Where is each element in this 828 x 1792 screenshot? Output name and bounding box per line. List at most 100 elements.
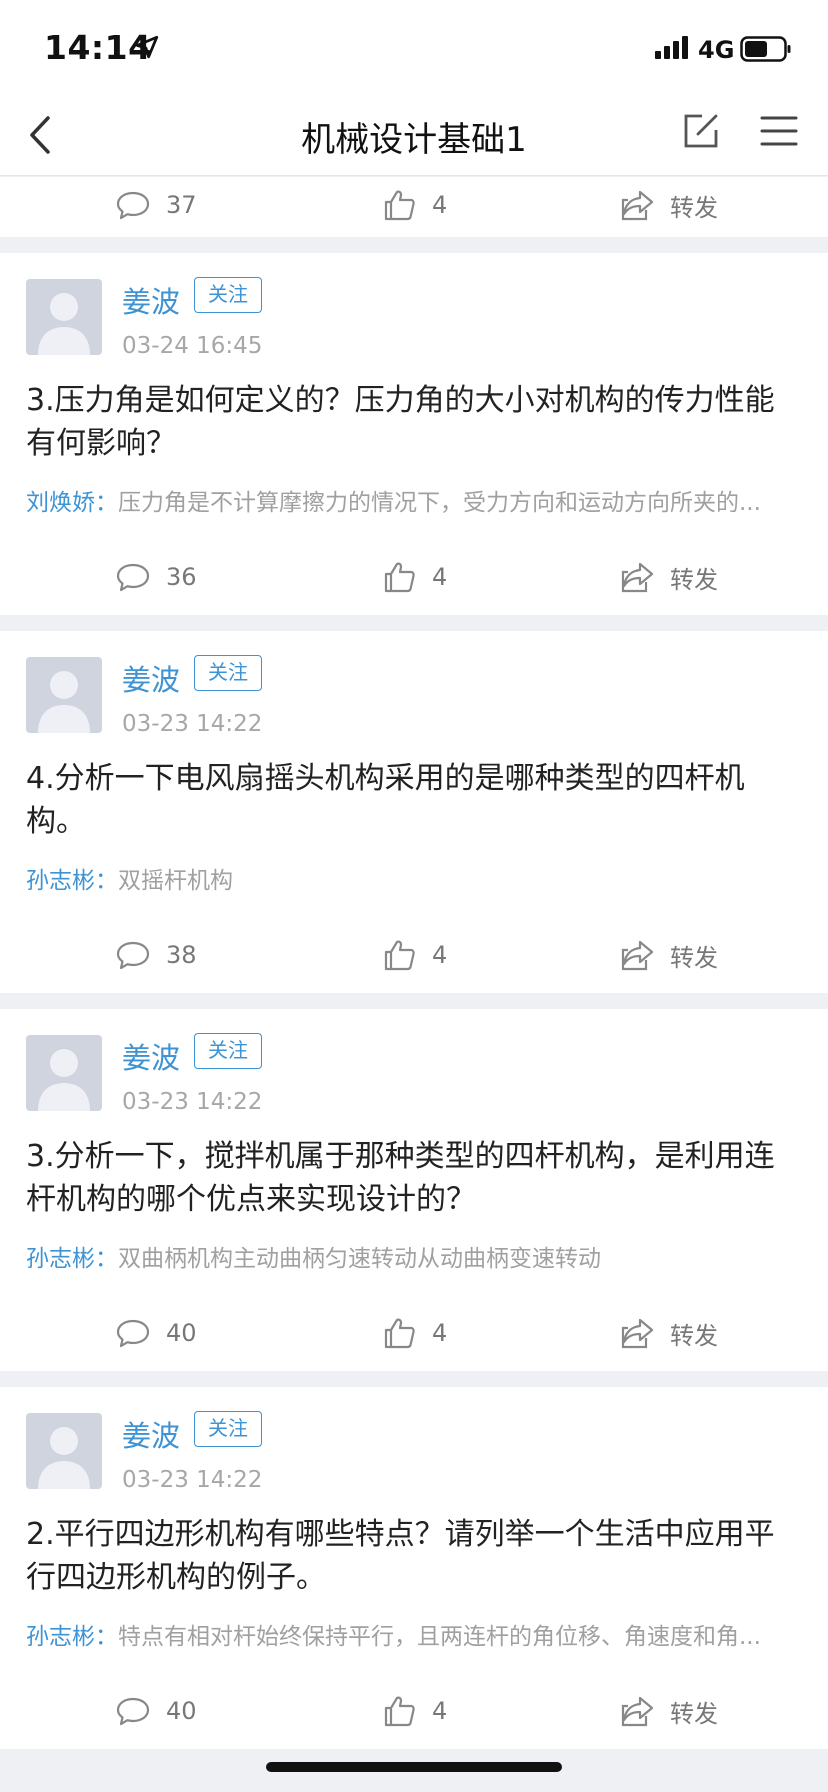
comment-icon: [116, 1319, 150, 1348]
reply-author: 孙志彬：: [26, 1624, 118, 1650]
comment-icon: [116, 941, 150, 970]
location-arrow-icon: [135, 35, 159, 59]
reply-text: 双摇杆机构: [118, 868, 233, 894]
follow-button[interactable]: 关注: [194, 1033, 262, 1069]
post-block: 姜波 关注 03-23 14:22 2.平行四边形机构有哪些特点？请列举一个生活…: [0, 1371, 828, 1749]
share-icon: [621, 562, 654, 593]
avatar[interactable]: [26, 279, 102, 355]
post-time: 03-24 16:45: [122, 333, 263, 359]
share-icon: [621, 1318, 654, 1349]
post-title[interactable]: 3.压力角是如何定义的？压力角的大小对机构的传力性能有何影响？: [26, 379, 796, 465]
reply-text: 压力角是不计算摩擦力的情况下，受力方向和运动方向所夹的...: [118, 490, 761, 516]
thumbs-up-icon: [384, 1318, 415, 1349]
post-card[interactable]: 姜波 关注 03-23 14:22 2.平行四边形机构有哪些特点？请列举一个生活…: [0, 1387, 828, 1749]
comment-icon: [116, 1697, 150, 1726]
user-silhouette-icon: [38, 293, 90, 355]
post-time: 03-23 14:22: [122, 711, 263, 737]
post-actions: 40 4 转发: [0, 1305, 828, 1355]
battery-icon: [740, 36, 791, 62]
author-name[interactable]: 姜波: [122, 1035, 180, 1077]
latest-reply[interactable]: 孙志彬：双曲柄机构主动曲柄匀速转动从动曲柄变速转动: [26, 1239, 796, 1273]
user-silhouette-icon: [38, 1049, 90, 1111]
signal-icon: [655, 36, 688, 59]
latest-reply[interactable]: 孙志彬：特点有相对杆始终保持平行，且两连杆的角位移、角速度和角...: [26, 1617, 796, 1651]
post-title[interactable]: 3.分析一下，搅拌机属于那种类型的四杆机构，是利用连杆机构的哪个优点来实现设计的…: [26, 1135, 796, 1221]
comment-count: 38: [166, 941, 197, 969]
share-icon: [621, 1696, 654, 1727]
comment-icon: [116, 563, 150, 592]
share-icon: [621, 190, 654, 221]
author-name[interactable]: 姜波: [122, 279, 180, 321]
user-silhouette-icon: [38, 671, 90, 733]
network-label: 4G: [698, 36, 735, 64]
compose-icon[interactable]: [682, 112, 720, 150]
status-bar: 14:14 4G: [0, 0, 828, 96]
comment-button[interactable]: 37: [116, 185, 197, 225]
follow-button[interactable]: 关注: [194, 277, 262, 313]
post-title[interactable]: 4.分析一下电风扇摇头机构采用的是哪种类型的四杆机构。: [26, 757, 796, 843]
like-count: 4: [432, 191, 448, 219]
reply-author: 刘焕娇：: [26, 490, 118, 516]
like-button[interactable]: 4: [382, 557, 447, 597]
like-button[interactable]: 4: [382, 1691, 447, 1731]
avatar[interactable]: [26, 1035, 102, 1111]
share-button[interactable]: 转发: [620, 557, 718, 597]
post-block: 姜波 关注 03-23 14:22 4.分析一下电风扇摇头机构采用的是哪种类型的…: [0, 615, 828, 993]
post-actions: 40 4 转发: [0, 1683, 828, 1733]
share-button[interactable]: 转发: [620, 1313, 718, 1353]
thumbs-up-icon: [384, 190, 415, 221]
author-name[interactable]: 姜波: [122, 1413, 180, 1455]
like-button[interactable]: 4: [382, 935, 447, 975]
post-list: 姜波 关注 03-24 16:45 3.压力角是如何定义的？压力角的大小对机构的…: [0, 237, 828, 1749]
like-count: 4: [432, 1319, 448, 1347]
share-icon: [621, 940, 654, 971]
avatar[interactable]: [26, 657, 102, 733]
thumbs-up-icon: [384, 562, 415, 593]
like-button[interactable]: 4: [382, 185, 447, 225]
thumbs-up-icon: [384, 1696, 415, 1727]
post-card[interactable]: 姜波 关注 03-24 16:45 3.压力角是如何定义的？压力角的大小对机构的…: [0, 253, 828, 615]
user-silhouette-icon: [38, 1427, 90, 1489]
comment-count: 40: [166, 1319, 197, 1347]
share-label: 转发: [670, 193, 718, 222]
post-time: 03-23 14:22: [122, 1467, 263, 1493]
reply-text: 双曲柄机构主动曲柄匀速转动从动曲柄变速转动: [118, 1246, 601, 1272]
card-divider: [0, 1371, 828, 1387]
share-label: 转发: [670, 565, 718, 594]
latest-reply[interactable]: 刘焕娇：压力角是不计算摩擦力的情况下，受力方向和运动方向所夹的...: [26, 483, 796, 517]
reply-author: 孙志彬：: [26, 868, 118, 894]
latest-reply[interactable]: 孙志彬：双摇杆机构: [26, 861, 796, 895]
post-card[interactable]: 姜波 关注 03-23 14:22 4.分析一下电风扇摇头机构采用的是哪种类型的…: [0, 631, 828, 993]
reply-text: 特点有相对杆始终保持平行，且两连杆的角位移、角速度和角...: [118, 1624, 761, 1650]
share-button[interactable]: 转发: [620, 1691, 718, 1731]
share-button[interactable]: 转发: [620, 185, 718, 225]
share-button[interactable]: 转发: [620, 935, 718, 975]
comment-icon: [116, 191, 150, 220]
share-label: 转发: [670, 943, 718, 972]
post-block: 姜波 关注 03-23 14:22 3.分析一下，搅拌机属于那种类型的四杆机构，…: [0, 993, 828, 1371]
comment-button[interactable]: 40: [116, 1691, 197, 1731]
follow-button[interactable]: 关注: [194, 655, 262, 691]
author-name[interactable]: 姜波: [122, 657, 180, 699]
share-label: 转发: [670, 1699, 718, 1728]
avatar[interactable]: [26, 1413, 102, 1489]
post-card[interactable]: 姜波 关注 03-23 14:22 3.分析一下，搅拌机属于那种类型的四杆机构，…: [0, 1009, 828, 1371]
comment-button[interactable]: 40: [116, 1313, 197, 1353]
menu-icon[interactable]: [760, 114, 798, 148]
post-actions: 38 4 转发: [0, 927, 828, 977]
post-time: 03-23 14:22: [122, 1089, 263, 1115]
topic-feed[interactable]: 37 4 转发 姜波 关注 03-24 16:45 3.压力角是如何定义的？压力…: [0, 177, 828, 1749]
post-actions-top: 37 4 转发: [0, 177, 828, 237]
card-divider: [0, 237, 828, 253]
comment-count: 37: [166, 191, 197, 219]
follow-button[interactable]: 关注: [194, 1411, 262, 1447]
like-count: 4: [432, 941, 448, 969]
home-indicator[interactable]: [266, 1762, 562, 1772]
thumbs-up-icon: [384, 940, 415, 971]
comment-button[interactable]: 36: [116, 557, 197, 597]
comment-count: 36: [166, 563, 197, 591]
post-title[interactable]: 2.平行四边形机构有哪些特点？请列举一个生活中应用平行四边形机构的例子。: [26, 1513, 796, 1599]
nav-bar: 机械设计基础1: [0, 96, 828, 176]
comment-button[interactable]: 38: [116, 935, 197, 975]
like-button[interactable]: 4: [382, 1313, 447, 1353]
